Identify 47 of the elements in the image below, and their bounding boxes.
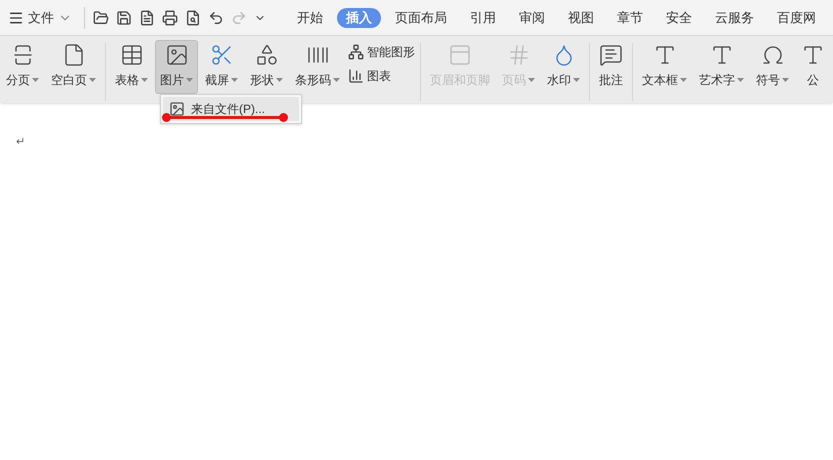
ribbon-button[interactable]: 艺术字 (695, 41, 748, 93)
table-icon (120, 43, 144, 67)
ribbon-tab[interactable]: 安全 (657, 8, 701, 28)
ribbon-button[interactable]: 条形码 (291, 41, 344, 93)
paragraph-mark: ↵ (16, 135, 25, 150)
pdf-button[interactable] (139, 10, 155, 26)
shapes-icon (254, 43, 278, 67)
ribbon-button[interactable]: 分页 (2, 41, 43, 93)
scissors-icon (210, 43, 234, 67)
ribbon-tab[interactable]: 审阅 (510, 8, 554, 28)
ribbon-button[interactable]: 表格 (111, 41, 152, 93)
redo-icon (231, 10, 247, 26)
save-icon (116, 10, 132, 26)
file-menu[interactable]: 文件 (0, 4, 80, 32)
ribbon-button[interactable]: 图表 (348, 67, 415, 85)
printer-icon (162, 10, 178, 26)
ribbon-button[interactable]: 智能图形 (348, 43, 415, 61)
ribbon-button[interactable]: 形状 (246, 41, 287, 93)
ribbon-tab[interactable]: 视图 (559, 8, 603, 28)
ribbon-button[interactable]: 文本框 (638, 41, 691, 93)
save-button[interactable] (116, 10, 132, 26)
ribbon-tab[interactable]: 百度网 (768, 8, 825, 28)
undo-button[interactable] (208, 10, 224, 26)
ribbon-tab[interactable]: 开始 (288, 8, 332, 28)
header-footer-icon (448, 43, 472, 67)
printer-button[interactable] (162, 10, 178, 26)
ribbon-button[interactable]: 批注 (595, 41, 627, 93)
open-folder-button[interactable] (93, 10, 109, 26)
ribbon-button[interactable]: 符号 (752, 41, 793, 93)
ribbon-tab[interactable]: 页面布局 (386, 8, 456, 28)
bar-chart-icon (348, 68, 364, 84)
ribbon-button[interactable]: 截屏 (201, 41, 242, 93)
ribbon-button[interactable]: 水印 (543, 41, 584, 93)
comment-icon (599, 43, 623, 67)
ribbon-button[interactable]: 公 (797, 41, 829, 93)
pdf-icon (139, 10, 155, 26)
ribbon-tab[interactable]: 章节 (608, 8, 652, 28)
ribbon-tab[interactable]: 云服务 (706, 8, 763, 28)
open-folder-icon (93, 10, 109, 26)
menu-icon (8, 10, 24, 26)
undo-icon (208, 10, 224, 26)
print-preview-icon (185, 10, 201, 26)
print-preview-button[interactable] (185, 10, 201, 26)
diagram-icon (348, 44, 364, 60)
ribbon-button[interactable]: 空白页 (47, 41, 100, 93)
ribbon-tab[interactable]: 引用 (461, 8, 505, 28)
ribbon-button[interactable]: 图片 (156, 41, 197, 93)
